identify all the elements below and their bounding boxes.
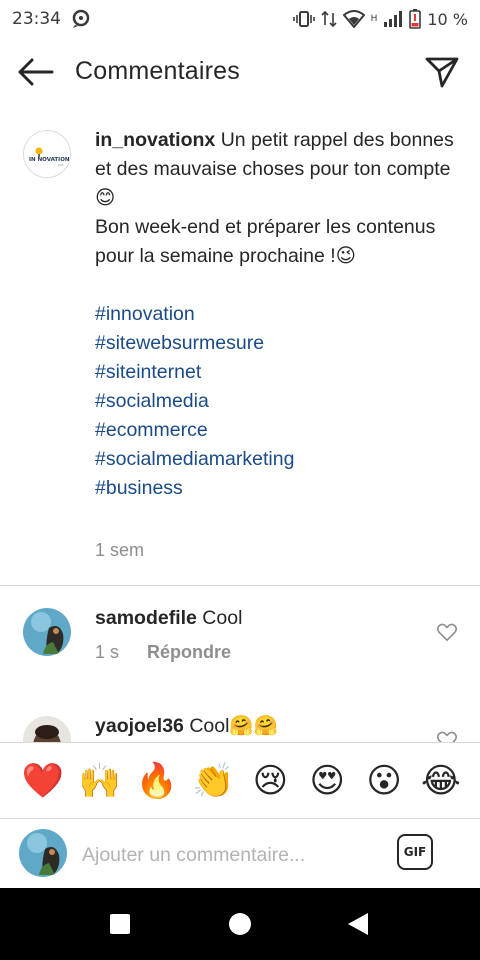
comment-body: Cool🤗🤗 <box>189 715 278 737</box>
battery-percent: 10 % <box>427 9 468 29</box>
emoji-crying-button[interactable]: 😢 <box>248 759 292 803</box>
comments-list: samodefile Cool 1 s Répondre yaojoel36 C… <box>0 586 480 742</box>
emoji-surprised-button[interactable]: 😮 <box>362 759 406 803</box>
circle-icon <box>229 913 251 935</box>
status-bar: 23:34 H 10 % <box>0 0 480 38</box>
caption-timestamp: 1 sem <box>95 540 145 560</box>
hashtag-link[interactable]: #innovation <box>95 300 465 329</box>
arrow-left-icon <box>18 58 54 86</box>
battery-low-icon <box>409 9 422 29</box>
emoji-heart-eyes-button[interactable]: 😍 <box>305 759 349 803</box>
system-navigation-bar <box>0 888 480 960</box>
comment-body: Cool <box>202 607 243 629</box>
emoji-fire-button[interactable]: 🔥 <box>135 759 179 803</box>
brand-logo: IN NOVATION tech <box>24 131 70 177</box>
hashtag-link[interactable]: #socialmediamarketing <box>95 445 465 474</box>
hashtag-link[interactable]: #business <box>95 474 465 503</box>
triangle-back-icon <box>348 913 368 935</box>
emoji-laughing-button[interactable]: 😂 <box>419 759 463 803</box>
emoji-quick-bar: ❤️ 🙌 🔥 👏 😢 😍 😮 😂 <box>0 742 480 818</box>
avatar[interactable] <box>23 716 71 742</box>
emoji-heart-button[interactable]: ❤️ <box>21 759 65 803</box>
comment-timestamp: 1 s <box>95 642 120 662</box>
page-title: Commentaires <box>75 57 240 85</box>
hashtag-link[interactable]: #socialmedia <box>95 387 465 416</box>
heart-icon[interactable] <box>436 730 458 742</box>
svg-text:IN NOVATION: IN NOVATION <box>29 157 70 163</box>
gif-button[interactable]: GIF <box>397 834 433 870</box>
paper-plane-icon <box>425 57 459 88</box>
square-icon <box>110 914 130 934</box>
vibrate-icon <box>292 10 315 28</box>
avatar[interactable] <box>23 608 71 656</box>
caption-line-2: Bon week-end et préparer les contenus po… <box>95 216 436 267</box>
hashtag-link[interactable]: #ecommerce <box>95 416 465 445</box>
comment-text: samodefile Cool <box>95 604 242 632</box>
share-button[interactable] <box>422 53 462 91</box>
avatar[interactable]: IN NOVATION tech <box>23 130 71 178</box>
comment-text: yaojoel36 Cool🤗🤗 <box>95 712 278 740</box>
avatar <box>19 829 67 877</box>
comment-username[interactable]: yaojoel36 <box>95 715 184 737</box>
back-button[interactable] <box>16 54 56 90</box>
caption-username[interactable]: in_novationx <box>95 129 215 151</box>
comment-username[interactable]: samodefile <box>95 607 197 629</box>
heart-icon[interactable] <box>436 622 458 642</box>
emoji-raised-hands-button[interactable]: 🙌 <box>78 759 122 803</box>
comment-input[interactable] <box>82 838 382 872</box>
svg-text:tech: tech <box>58 163 64 167</box>
caption-text: in_novationx Un petit rappel des bonnes … <box>95 126 465 503</box>
emoji-clap-button[interactable]: 👏 <box>192 759 236 803</box>
status-time: 23:34 <box>12 9 61 29</box>
network-type-label: H <box>370 14 378 24</box>
home-button[interactable] <box>228 912 252 936</box>
recent-apps-button[interactable] <box>108 912 132 936</box>
data-transfer-icon <box>320 10 337 28</box>
notification-icon <box>71 9 91 29</box>
reply-button[interactable]: Répondre <box>147 642 231 663</box>
hashtag-link[interactable]: #sitewebsurmesure <box>95 329 465 358</box>
comment-meta: 1 s Répondre <box>95 642 231 663</box>
comment-composer: GIF <box>0 818 480 888</box>
top-app-bar: Commentaires <box>0 38 480 106</box>
wifi-icon <box>342 10 365 28</box>
signal-icon <box>383 10 403 28</box>
hashtag-link[interactable]: #siteinternet <box>95 358 465 387</box>
back-nav-button[interactable] <box>346 912 370 936</box>
